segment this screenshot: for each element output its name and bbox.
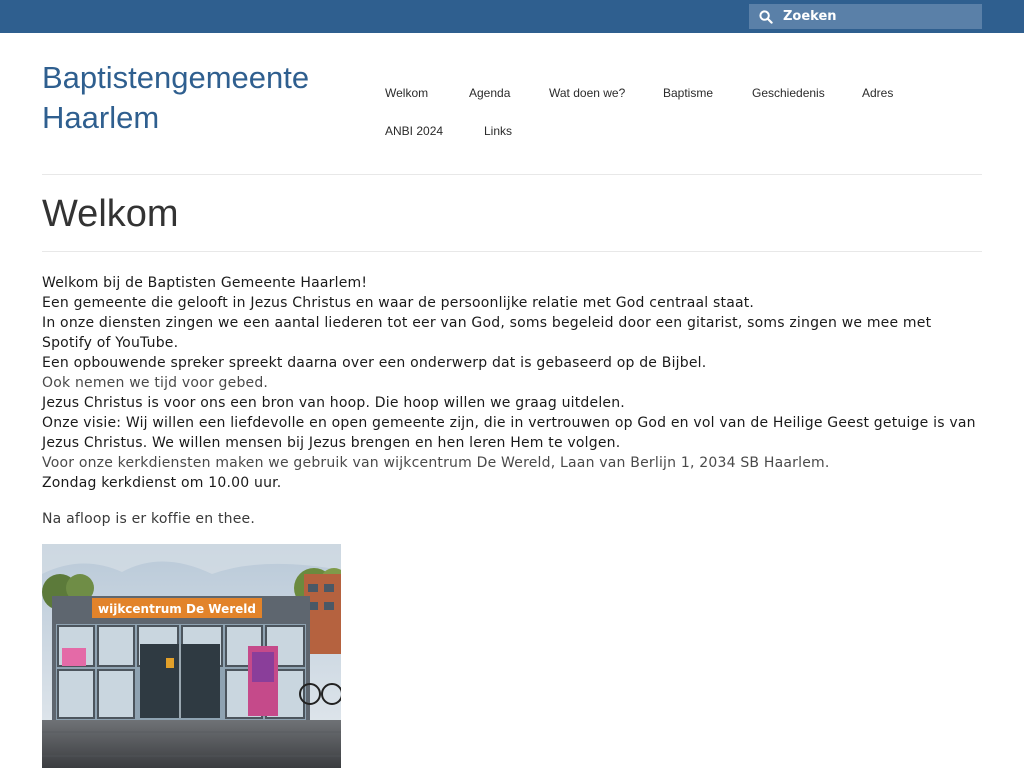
text-line: Een gemeente die gelooft in Jezus Christ…: [42, 295, 755, 311]
text-line: Ook nemen we tijd voor gebed.: [42, 375, 269, 391]
article-body: Welkom bij de Baptisten Gemeente Haarlem…: [42, 273, 982, 529]
search-input[interactable]: [783, 4, 973, 29]
site-title-line1: Baptistengemeente: [42, 60, 310, 95]
nav-item-anbi-2024[interactable]: ANBI 2024: [365, 111, 463, 151]
photo-sign-text: wijkcentrum De Wereld: [98, 602, 256, 616]
page-title: Welkom: [42, 193, 179, 235]
nav-item-adres[interactable]: Adres: [842, 73, 913, 113]
top-bar: [0, 0, 1024, 33]
building-photo: wijkcentrum De Wereld: [42, 544, 341, 768]
title-divider: [42, 251, 982, 252]
site-title-line2: Haarlem: [42, 100, 160, 135]
nav-item-welkom[interactable]: Welkom: [365, 73, 448, 113]
search-box[interactable]: [749, 4, 982, 29]
text-line: Jezus Christus is voor ons een bron van …: [42, 395, 625, 411]
location-line: Voor onze kerkdiensten maken we gebruik …: [42, 455, 830, 471]
search-icon[interactable]: [749, 4, 783, 29]
site-title-link[interactable]: Baptistengemeente Haarlem: [42, 58, 362, 138]
header-divider: [42, 174, 982, 175]
text-line: Een opbouwende spreker spreekt daarna ov…: [42, 355, 707, 371]
nav-item-wat-doen-we[interactable]: Wat doen we?: [529, 73, 645, 113]
nav-item-links[interactable]: Links: [464, 111, 532, 151]
nav-item-agenda[interactable]: Agenda: [449, 73, 530, 113]
text-line: In onze diensten zingen we een aantal li…: [42, 315, 932, 351]
service-time-line: Zondag kerkdienst om 10.00 uur.: [42, 475, 282, 491]
nav-item-geschiedenis[interactable]: Geschiedenis: [732, 73, 845, 113]
coffee-line: Na afloop is er koffie en thee.: [42, 511, 255, 527]
nav-item-baptisme[interactable]: Baptisme: [643, 73, 733, 113]
vision-line: Onze visie: Wij willen een liefdevolle e…: [42, 415, 976, 451]
intro-line: Welkom bij de Baptisten Gemeente Haarlem…: [42, 275, 368, 291]
